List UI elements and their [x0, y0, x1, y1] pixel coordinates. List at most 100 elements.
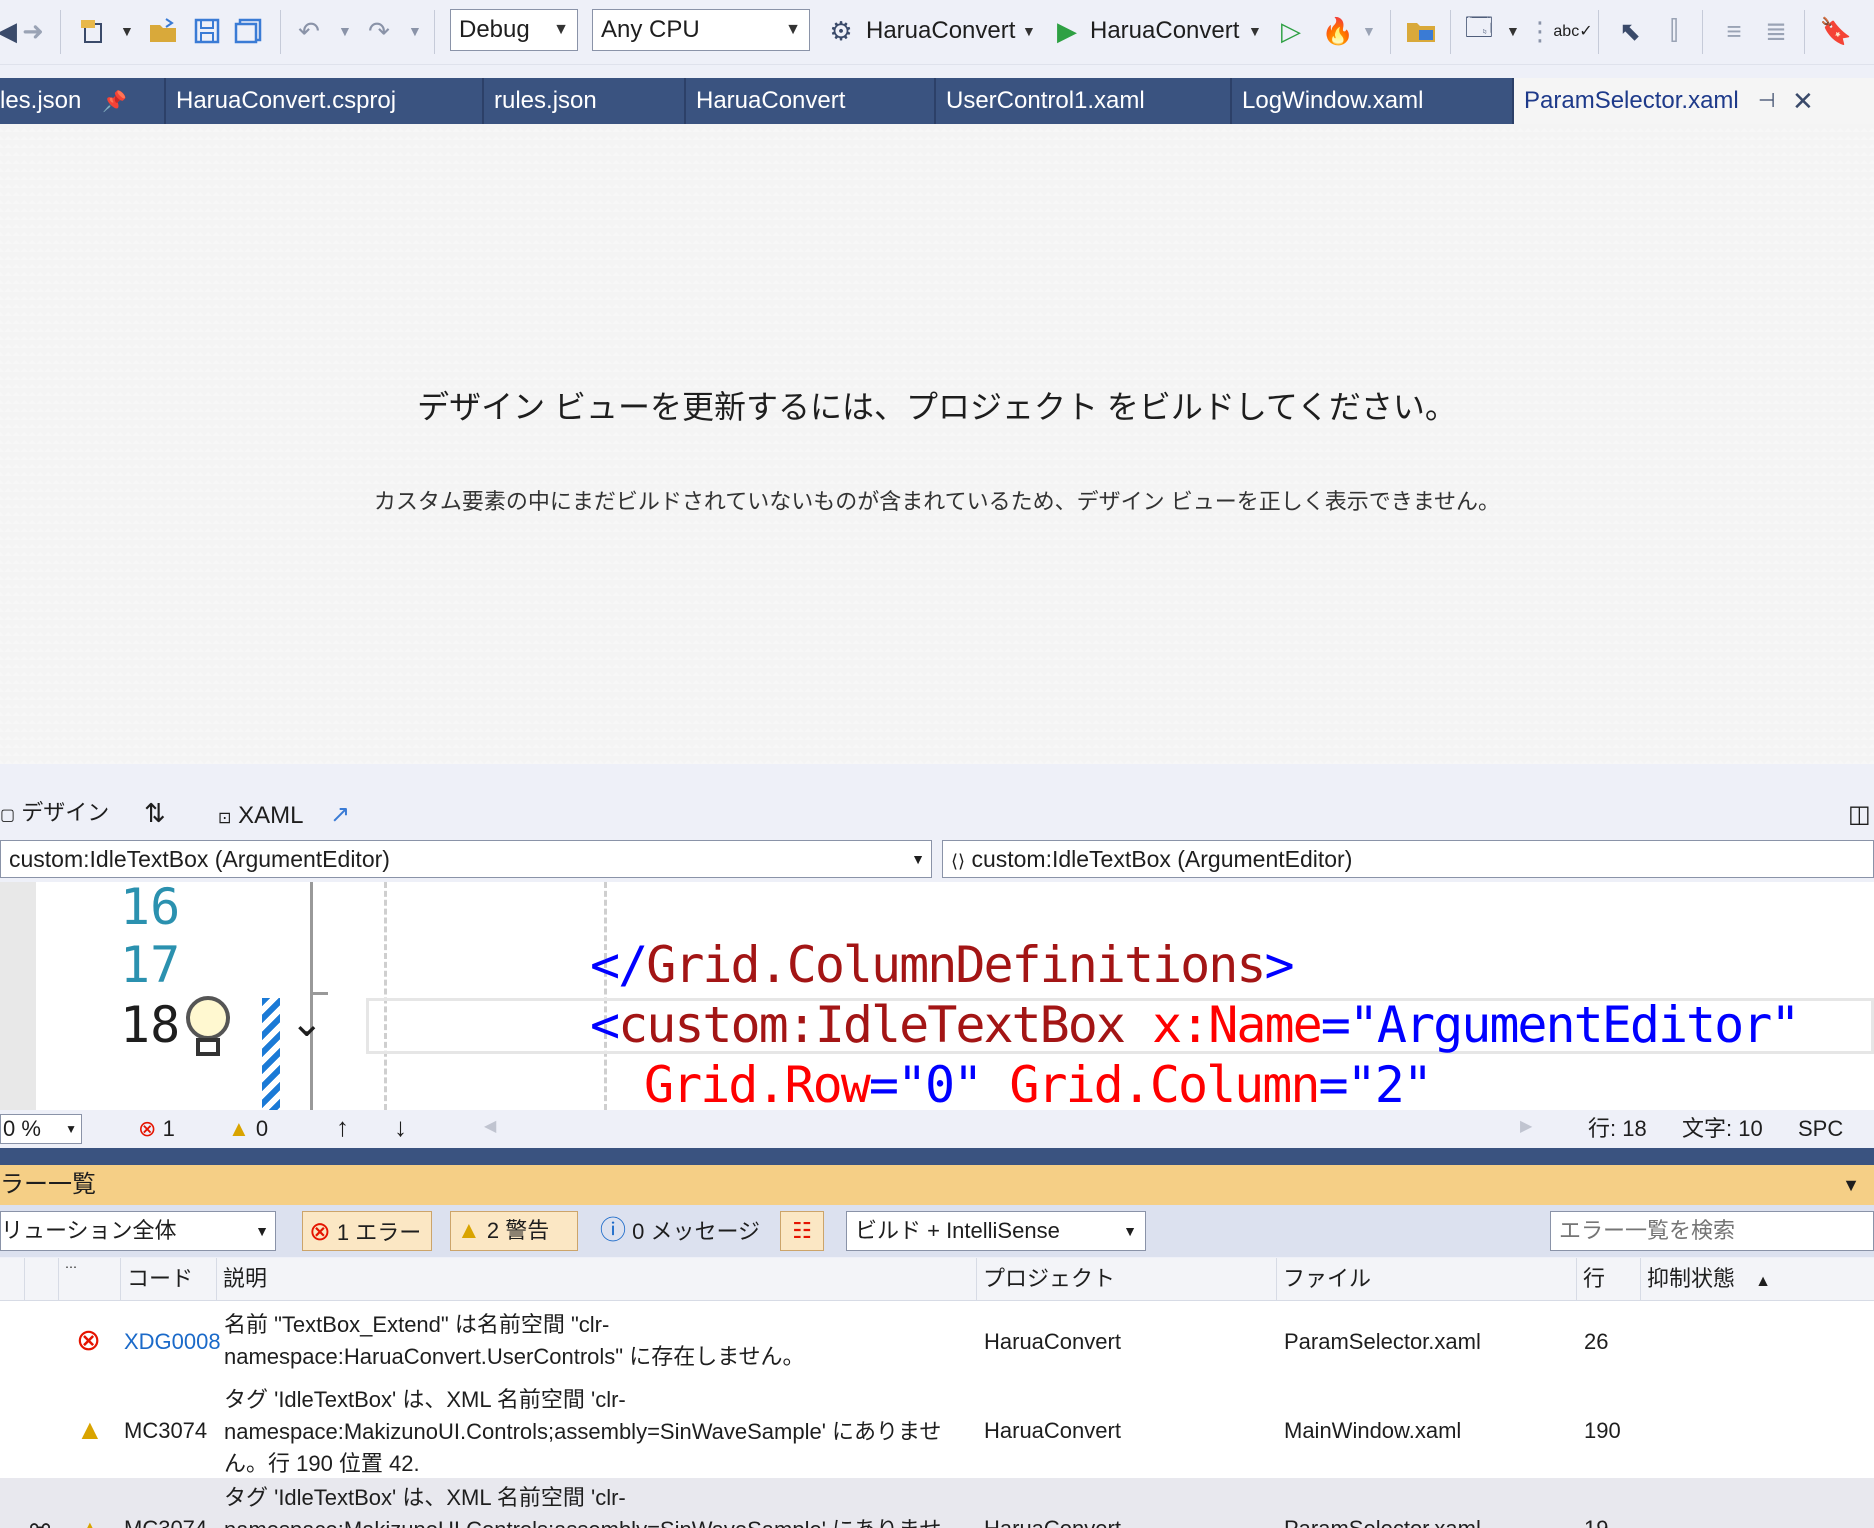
whitespace-mode-indicator[interactable]: SPC: [1798, 1114, 1843, 1144]
outdent-icon[interactable]: ≣: [1758, 14, 1794, 48]
indent-icon[interactable]: ≡: [1716, 14, 1752, 48]
column-header-line[interactable]: 行: [1576, 1258, 1640, 1300]
scroll-right-icon[interactable]: ▶: [1520, 1116, 1532, 1136]
scope-combo[interactable]: リューション全体 ▼: [0, 1211, 276, 1251]
element-navigation-right[interactable]: ⟨⟩ custom:IdleTextBox (ArgumentEditor): [942, 840, 1874, 878]
xaml-icon: ⊡: [218, 810, 232, 827]
format-icon[interactable]: ⫿: [1656, 14, 1692, 48]
redo-dropdown-arrow[interactable]: ▼: [408, 14, 422, 48]
zoom-value: 0 %: [3, 1116, 41, 1141]
configuration-combo[interactable]: Debug ▼: [450, 9, 578, 51]
table-row[interactable]: ⊗ XDG0008 名前 "TextBox_Extend" は名前空間 "clr…: [0, 1301, 1874, 1389]
column-header-suppression[interactable]: 抑制状態 ▲: [1640, 1258, 1874, 1300]
platform-combo[interactable]: Any CPU ▼: [592, 9, 810, 51]
warning-count[interactable]: ▲ 0: [228, 1114, 268, 1144]
browser-dropdown-arrow[interactable]: ▼: [1506, 14, 1520, 48]
tab-label: ParamSelector.xaml: [1524, 87, 1739, 114]
start-without-debug-icon[interactable]: ▷: [1274, 14, 1308, 48]
tab-usercontrol1-xaml[interactable]: UserControl1.xaml: [936, 78, 1232, 124]
new-dropdown-arrow[interactable]: ▼: [120, 14, 134, 48]
swap-panes-icon[interactable]: ⇅: [144, 798, 166, 828]
table-row[interactable]: ⚯ ▲ MC3074 タグ 'IdleTextBox' は、XML 名前空間 '…: [0, 1478, 1874, 1528]
browser-icon[interactable]: 🗔: [1462, 12, 1496, 48]
startup-dropdown-arrow[interactable]: ▼: [1022, 14, 1036, 48]
hot-reload-icon[interactable]: 🔥: [1318, 14, 1358, 48]
tab-haruaconvert-csproj[interactable]: HaruaConvert.csproj: [166, 78, 484, 124]
errors-filter-button[interactable]: ⊗ 1 エラー: [302, 1211, 432, 1251]
chevron-down-icon[interactable]: ▼: [1842, 1165, 1860, 1205]
split-toggle-icon[interactable]: ◫: [1848, 800, 1871, 829]
close-icon[interactable]: ✕: [1792, 78, 1814, 124]
column-header-icon[interactable]: [24, 1258, 58, 1300]
gear-icon[interactable]: ⚙: [824, 14, 858, 48]
attribute-name: Grid.Column: [1009, 1056, 1320, 1110]
xaml-tab[interactable]: ⊡ XAML: [218, 800, 303, 835]
pin-icon[interactable]: 📌: [102, 91, 127, 113]
column-header-file[interactable]: ファイル: [1276, 1258, 1576, 1300]
table-row[interactable]: ▲ MC3074 タグ 'IdleTextBox' は、XML 名前空間 'cl…: [0, 1380, 1874, 1478]
element-navigation-left[interactable]: custom:IdleTextBox (ArgumentEditor) ▼: [0, 840, 932, 878]
source-combo[interactable]: ビルド + IntelliSense ▼: [846, 1211, 1146, 1251]
back-icon[interactable]: ◀: [0, 14, 17, 48]
code-line-17: </Grid.ColumnDefinitions>: [590, 936, 1295, 994]
description-line: namespace:MakizunoUI.Controls;assembly=S…: [224, 1514, 941, 1528]
start-debug-icon[interactable]: ▶: [1050, 14, 1084, 48]
save-all-icon[interactable]: [232, 14, 266, 48]
forward-icon[interactable]: ➜: [16, 14, 50, 48]
column-header-code[interactable]: コード: [120, 1258, 216, 1300]
bookmark-icon[interactable]: 🔖: [1818, 14, 1854, 48]
next-issue-icon[interactable]: ↓: [394, 1112, 407, 1142]
error-code-link[interactable]: XDG0008: [124, 1329, 220, 1355]
hot-reload-dropdown-arrow[interactable]: ▼: [1362, 14, 1376, 48]
separator: [60, 10, 61, 54]
undo-dropdown-arrow[interactable]: ▼: [338, 14, 352, 48]
filter-current-doc-icon[interactable]: ☷: [780, 1211, 824, 1251]
line-number: 16: [120, 882, 181, 936]
zoom-combo[interactable]: 0 % ▼: [0, 1114, 82, 1144]
messages-filter-button[interactable]: ⓘ 0 メッセージ: [600, 1211, 760, 1251]
run-dropdown-arrow[interactable]: ▼: [1248, 14, 1262, 48]
separator: [1390, 10, 1391, 54]
redo-icon[interactable]: ↷: [362, 14, 396, 48]
new-project-icon[interactable]: [76, 14, 112, 48]
error-count[interactable]: ⊗ 1: [138, 1114, 175, 1144]
source-value: ビルド + IntelliSense: [855, 1218, 1060, 1243]
warnings-filter-label: 2 警告: [486, 1218, 550, 1243]
attribute-value: "0": [896, 1056, 983, 1110]
warnings-filter-button[interactable]: ▲ 2 警告: [450, 1211, 578, 1251]
error-file: ParamSelector.xaml: [1284, 1329, 1481, 1354]
previous-issue-icon[interactable]: ↑: [336, 1112, 349, 1142]
save-icon[interactable]: [190, 14, 224, 48]
solution-explorer-folder-icon[interactable]: [1402, 14, 1440, 48]
error-list-search-input[interactable]: [1550, 1211, 1874, 1251]
error-icon: ⊗: [76, 1324, 102, 1357]
tab-logwindow-xaml[interactable]: LogWindow.xaml: [1232, 78, 1514, 124]
run-target-label[interactable]: HaruaConvert: [1090, 14, 1239, 48]
popout-icon[interactable]: ↗: [330, 800, 350, 829]
warning-line: 190: [1584, 1418, 1621, 1443]
startup-project-label[interactable]: HaruaConvert: [866, 14, 1015, 48]
design-view-detail: カスタム要素の中にまだビルドされていないものが含まれているため、デザイン ビュー…: [373, 489, 1501, 514]
column-header-project[interactable]: プロジェクト: [976, 1258, 1276, 1300]
xaml-code-editor[interactable]: 16 17 18 ⌄ </Grid.ColumnDefinitions> <cu…: [0, 882, 1874, 1110]
tab-rules-json-pinned[interactable]: les.json 📌: [0, 78, 166, 124]
open-folder-icon[interactable]: [146, 14, 180, 48]
tab-rules-json[interactable]: rules.json: [484, 78, 686, 124]
spell-check-icon[interactable]: abc✓: [1553, 14, 1592, 48]
collapse-chevron-icon[interactable]: ⌄: [290, 1000, 324, 1046]
column-header-description[interactable]: 説明: [216, 1258, 976, 1300]
description-line: namespace:MakizunoUI.Controls;assembly=S…: [224, 1419, 942, 1444]
select-element-icon[interactable]: ⬉: [1610, 14, 1650, 48]
tab-label: HaruaConvert: [696, 87, 846, 114]
separator: [1804, 10, 1805, 54]
design-tab[interactable]: ▢ デザイン: [0, 798, 109, 831]
attribute-value: "2": [1346, 1056, 1433, 1110]
column-chooser-icon[interactable]: ⋯: [58, 1258, 120, 1300]
tab-paramselector-xaml[interactable]: ParamSelector.xaml ⊣ ✕: [1514, 78, 1874, 126]
pin-icon[interactable]: ⊣: [1758, 78, 1775, 124]
lightbulb-icon[interactable]: [180, 992, 236, 1067]
tab-haruaconvert[interactable]: HaruaConvert: [686, 78, 936, 124]
undo-icon[interactable]: ↶: [292, 14, 326, 48]
scroll-left-icon[interactable]: ◀: [484, 1116, 496, 1136]
attribute-name: Grid.Row: [644, 1056, 871, 1110]
